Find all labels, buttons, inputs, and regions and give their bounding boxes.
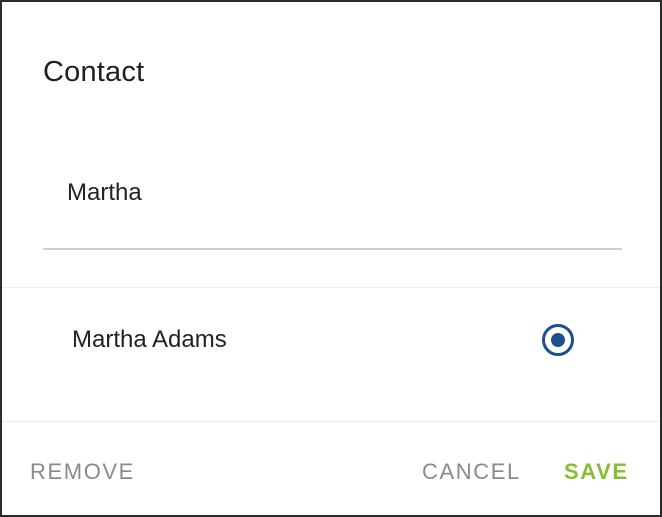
radio-selected-icon[interactable] [542, 324, 574, 356]
divider-bottom [2, 421, 660, 422]
dialog-title: Contact [43, 56, 145, 88]
contact-dialog: Contact Martha Martha Adams REMOVE CANCE… [0, 0, 662, 517]
contact-option-row[interactable]: Martha Adams [2, 288, 660, 421]
cancel-button[interactable]: CANCEL [422, 457, 521, 487]
contact-option-label: Martha Adams [72, 326, 227, 353]
input-underline [43, 248, 622, 250]
contact-search-field[interactable]: Martha [43, 162, 622, 250]
radio-dot [551, 333, 565, 347]
save-button[interactable]: SAVE [564, 457, 629, 487]
contact-search-value[interactable]: Martha [67, 176, 142, 210]
remove-button[interactable]: REMOVE [30, 457, 135, 487]
